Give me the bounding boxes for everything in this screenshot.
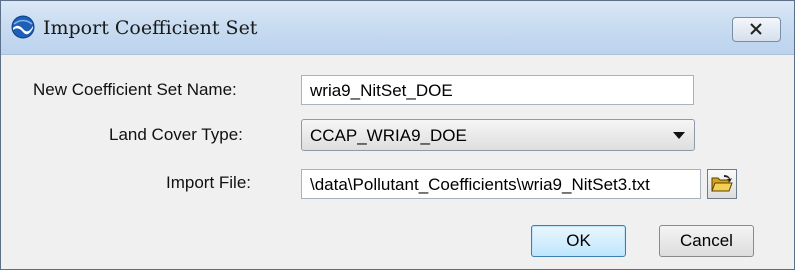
import-file-input[interactable]: \data\Pollutant_Coefficients\wria9_NitSe… xyxy=(301,169,701,199)
cancel-button[interactable]: Cancel xyxy=(659,225,754,257)
land-cover-select[interactable]: CCAP_WRIA9_DOE xyxy=(301,119,695,151)
ok-button[interactable]: OK xyxy=(531,225,626,257)
noaa-logo-icon xyxy=(11,15,35,39)
name-label: New Coefficient Set Name: xyxy=(33,80,237,99)
land-cover-selected-value: CCAP_WRIA9_DOE xyxy=(310,126,467,145)
dialog-body: New Coefficient Set Name: wria9_NitSet_D… xyxy=(1,55,794,269)
chevron-down-icon xyxy=(673,132,685,139)
land-cover-label: Land Cover Type: xyxy=(109,125,243,144)
import-file-label: Import File: xyxy=(166,173,252,192)
coefficient-set-name-input[interactable]: wria9_NitSet_DOE xyxy=(301,75,694,105)
open-folder-icon xyxy=(711,175,733,192)
browse-button[interactable] xyxy=(707,169,737,199)
close-button[interactable] xyxy=(732,17,781,42)
title-bar[interactable]: Import Coefficient Set xyxy=(1,1,794,55)
close-icon xyxy=(750,23,762,35)
window-title: Import Coefficient Set xyxy=(43,17,258,39)
import-coefficient-set-dialog: Import Coefficient Set New Coefficient S… xyxy=(0,0,795,270)
